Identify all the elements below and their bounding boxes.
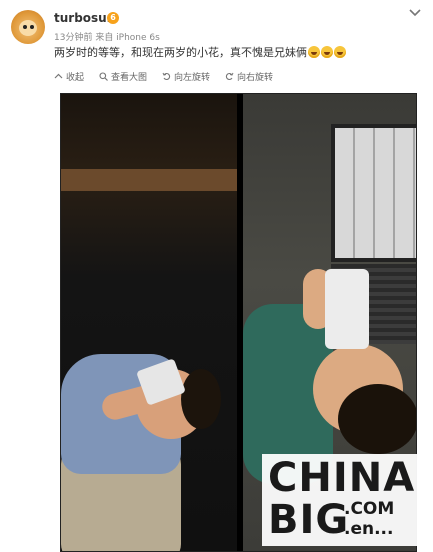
magnify-icon (99, 71, 108, 81)
rotate-right-icon (225, 72, 234, 80)
collapse-button[interactable]: 收起 (54, 68, 84, 84)
photo-child-left (61, 244, 237, 551)
photo-shelf (61, 169, 237, 191)
view-large-label: 查看大图 (111, 72, 148, 83)
avatar-face (19, 20, 37, 36)
laugh-emoji-icon (321, 46, 333, 58)
rotate-left-button[interactable]: 向左旋转 (162, 68, 210, 84)
avatar-eye-right (30, 25, 34, 29)
view-large-button[interactable]: 查看大图 (99, 68, 147, 84)
rotate-right-label: 向右旋转 (237, 72, 274, 83)
rotate-left-label: 向左旋转 (174, 72, 211, 83)
photo-cup (325, 269, 369, 349)
post-meta: 13分钟前 来自 iPhone 6s (54, 33, 160, 43)
user-avatar[interactable] (11, 10, 45, 44)
laugh-emoji-icon (308, 46, 320, 58)
laugh-emoji-icon (334, 46, 346, 58)
watermark-en: .en... (344, 519, 394, 539)
photo-hair (181, 369, 221, 429)
rotate-right-button[interactable]: 向右旋转 (225, 68, 273, 84)
chevron-down-icon (409, 9, 421, 17)
photo-hair (338, 384, 416, 454)
more-options-button[interactable] (407, 6, 423, 20)
watermark-line2: BIG (268, 497, 350, 543)
collapse-icon (54, 73, 63, 78)
weibo-post-card: turbosun 6 13分钟前 来自 iPhone 6s 两岁时的等等，和现在… (0, 0, 433, 552)
collapse-label: 收起 (66, 72, 85, 83)
watermark-com: .COM (344, 499, 395, 519)
photo-panel-left (61, 94, 237, 551)
avatar-eye-left (23, 25, 27, 29)
post-text: 两岁时的等等，和现在两岁的小花，真不愧是兄妹俩 (54, 46, 307, 59)
image-toolbar: 收起 查看大图 向左旋转 向右旋转 (54, 68, 273, 84)
chinabig-watermark: CHINA BIG .COM .en... (262, 454, 427, 546)
watermark-line1: CHINA (268, 455, 416, 501)
vip-badge-icon: 6 (107, 12, 119, 24)
post-content: 两岁时的等等，和现在两岁的小花，真不愧是兄妹俩 (54, 44, 346, 60)
rotate-left-icon (162, 72, 171, 80)
